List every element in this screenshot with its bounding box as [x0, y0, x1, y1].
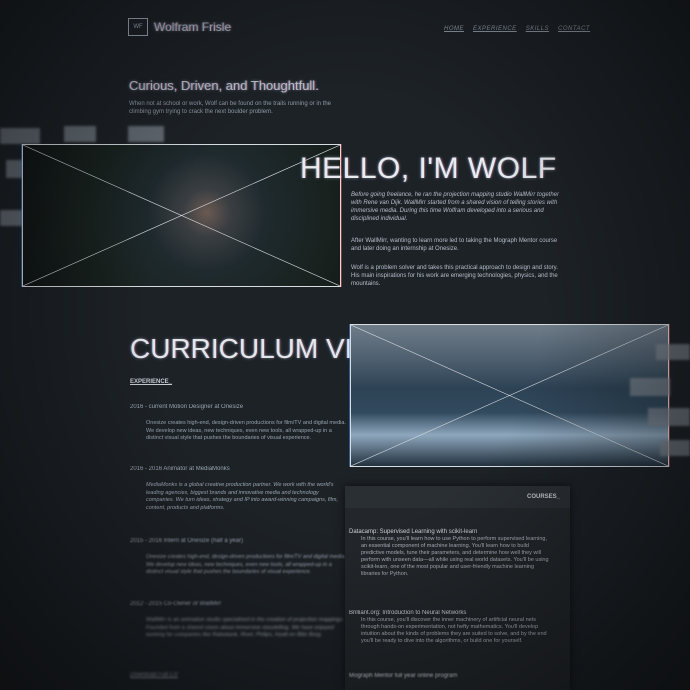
course-title: Brilliant.org: Introduction to Neural Ne… [349, 610, 467, 616]
courses-panel-header: COURSES_ [345, 486, 570, 508]
courses-panel: COURSES_ Datacamp: Supervised Learning w… [345, 486, 570, 690]
experience-label: EXPERIENCE_ [130, 379, 173, 385]
main-nav: HOME EXPERIENCE SKILLS CONTACT [444, 26, 590, 32]
course-description: In this course, you'll discover the inne… [361, 617, 547, 644]
course-item: Datacamp: Supervised Learning with sciki… [349, 529, 554, 578]
job-description: WallMirr is an animation studio speciali… [146, 617, 344, 638]
landscape-image-placeholder [350, 324, 669, 467]
logo-mark-icon: WF [128, 18, 148, 36]
job-description: Onesize creates high-end, design-driven … [146, 554, 346, 575]
placeholder-cross-icon [351, 325, 668, 466]
download-cv-link[interactable]: Download Full CV [130, 672, 178, 678]
intro-text: When not at school or work, Wolf can be … [129, 101, 332, 115]
hello-heading: HELLO, I'M WOLF [300, 152, 557, 185]
portrait-image-placeholder [22, 144, 341, 287]
course-item: Brilliant.org: Introduction to Neural Ne… [349, 610, 554, 645]
job-description: MediaMonks is a global creative producti… [146, 482, 338, 511]
bio-paragraph-2: After WallMirr, wanting to learn more le… [351, 238, 558, 252]
nav-contact[interactable]: CONTACT [558, 26, 590, 32]
nav-skills[interactable]: SKILLS [526, 26, 549, 32]
course-item: Mograph Mentor full year online program [349, 673, 554, 679]
placeholder-cross-icon [23, 145, 340, 286]
job-title: 2016 - current Motion Designer at Onesiz… [130, 404, 244, 410]
job-title: 2015 - 2016 Intern at Onesize (half a ye… [130, 538, 244, 544]
courses-label: COURSES_ [526, 494, 560, 500]
job-description: Onesize creates high-end, design-driven … [146, 420, 346, 441]
job-title: 2012 - 2015 Co-Owner of WallMirr [130, 601, 222, 607]
bio-paragraph-1: Before going freelance, he ran the proje… [351, 192, 560, 222]
site-title: Wolfram Frisle [154, 20, 232, 34]
course-description: In this course, you'll learn how to use … [361, 536, 549, 577]
nav-experience[interactable]: EXPERIENCE [473, 26, 517, 32]
course-title: Mograph Mentor full year online program [349, 673, 458, 679]
tagline: Curious, Driven, and Thoughtfull. [129, 78, 319, 93]
nav-home[interactable]: HOME [444, 26, 464, 32]
bio-paragraph-3: Wolf is a problem solver and takes this … [351, 265, 558, 287]
course-title: Datacamp: Supervised Learning with sciki… [349, 529, 478, 535]
job-title: 2016 - 2016 Animator at MediaMonks [130, 466, 230, 472]
site-logo[interactable]: WF Wolfram Frisle [128, 18, 231, 36]
